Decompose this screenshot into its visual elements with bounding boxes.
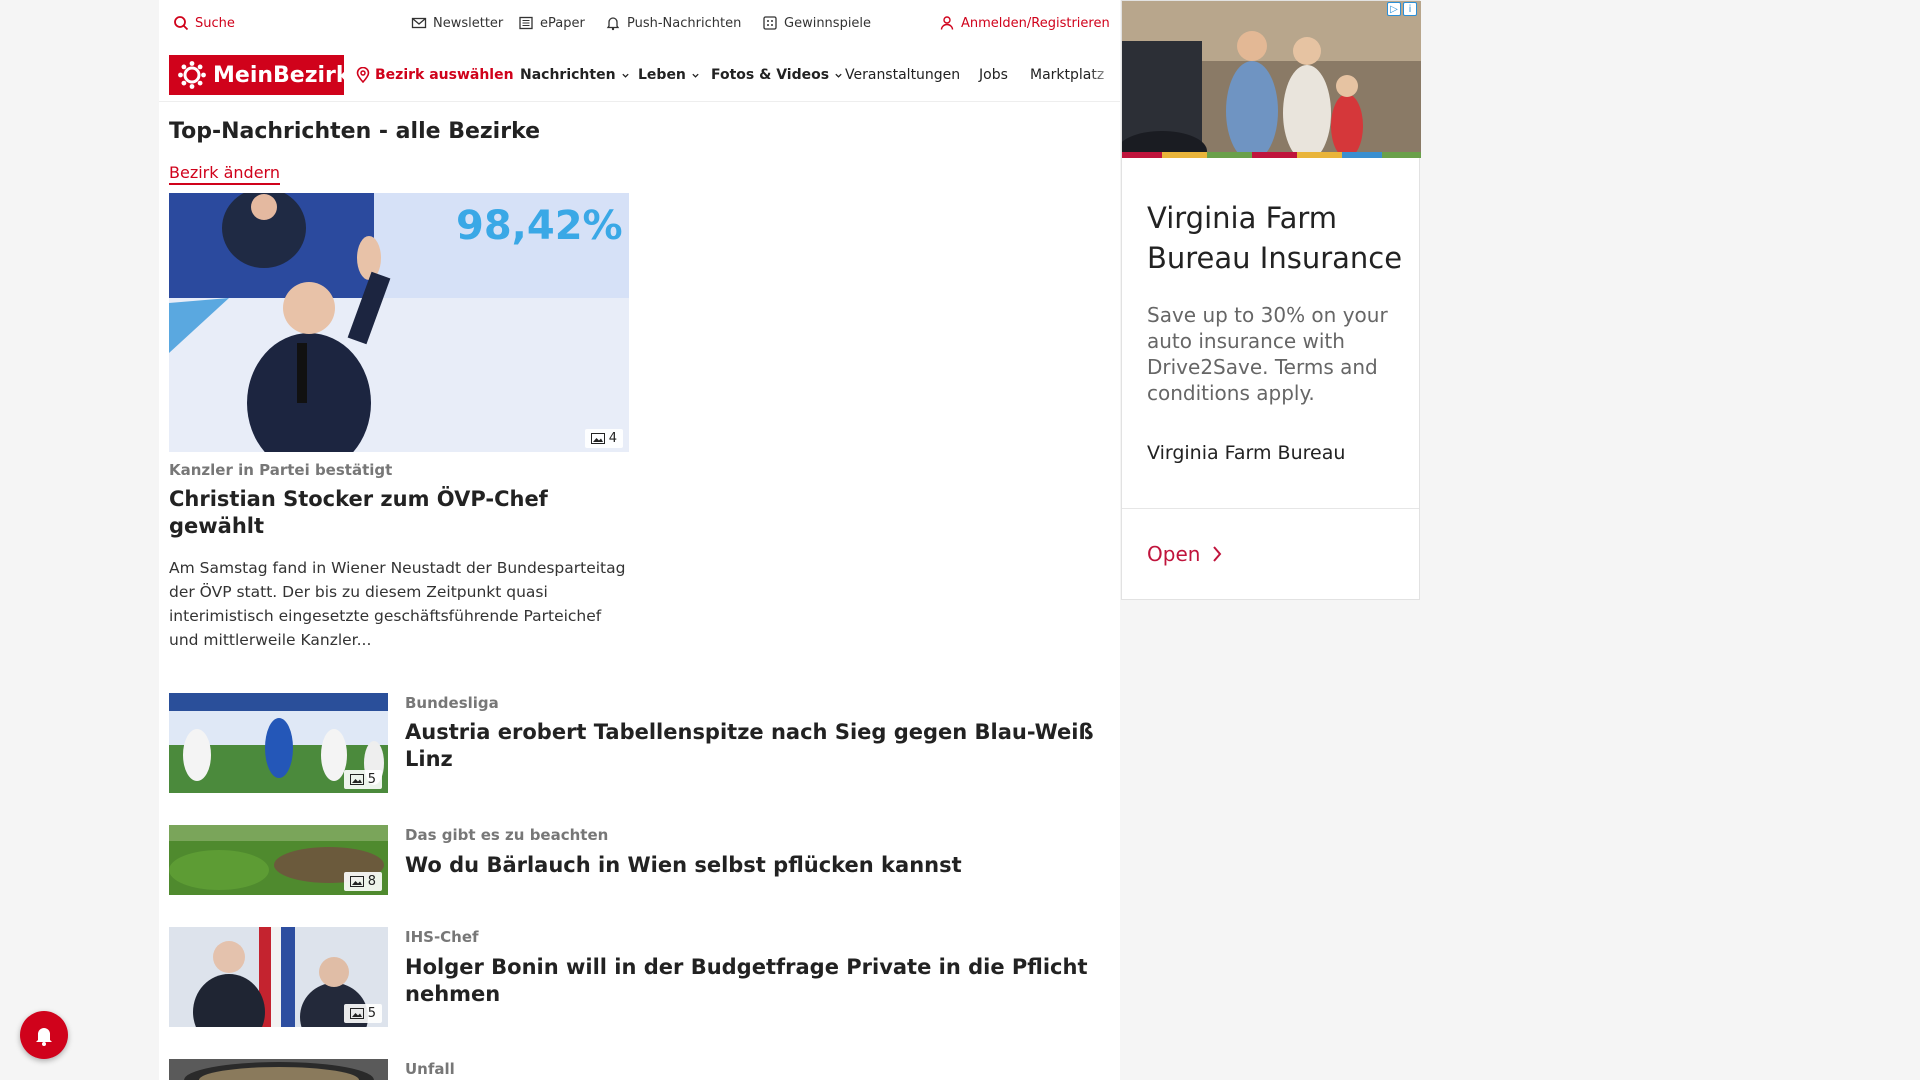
utility-bar: Suche Newsletter ePaper Push-Nachrichten… bbox=[159, 0, 1120, 46]
nav-item-fotos-videos[interactable]: Fotos & Videos bbox=[711, 65, 843, 85]
site-logo[interactable]: MeinBezirk bbox=[169, 55, 351, 95]
article-headline[interactable]: Holger Bonin will in der Budgetfrage Pri… bbox=[405, 954, 1105, 1009]
ad-divider bbox=[1122, 508, 1419, 509]
district-select-label: Bezirk auswählen bbox=[375, 67, 514, 83]
nav-item-leben[interactable]: Leben bbox=[638, 65, 700, 85]
push-notifications-link[interactable]: Push-Nachrichten bbox=[605, 14, 741, 32]
ad-family-photo bbox=[1122, 1, 1421, 158]
ad-choices-badge[interactable]: ▷ i bbox=[1387, 2, 1417, 16]
gallery-icon bbox=[349, 876, 364, 887]
main-nav: MeinBezirk Bezirk auswählen Nachrichten … bbox=[159, 46, 1120, 102]
image-count-badge: 8 bbox=[343, 872, 382, 891]
nav-item-label: Nachrichten bbox=[520, 67, 616, 83]
newsletter-label: Newsletter bbox=[433, 15, 504, 31]
chevron-right-icon bbox=[1213, 546, 1222, 562]
article-headline[interactable]: Wo du Bärlauch in Wien selbst pflücken k… bbox=[405, 852, 1105, 879]
info-icon: i bbox=[1403, 2, 1417, 16]
ad-body: Save up to 30% on your auto insurance wi… bbox=[1147, 303, 1388, 405]
accident-photo bbox=[169, 1059, 388, 1080]
nav-item-label: Fotos & Videos bbox=[711, 67, 830, 83]
gallery-icon bbox=[349, 1008, 364, 1019]
user-icon bbox=[940, 16, 954, 30]
gewinnspiele-label: Gewinnspiele bbox=[784, 15, 872, 31]
main-column: Suche Newsletter ePaper Push-Nachrichten… bbox=[159, 0, 1120, 1080]
ad-advertiser: Virginia Farm Bureau bbox=[1147, 442, 1346, 464]
search-link[interactable]: Suche bbox=[173, 14, 235, 32]
ad-image[interactable]: ▷ i bbox=[1122, 1, 1421, 158]
mail-icon bbox=[411, 17, 427, 29]
ad-open-button[interactable]: Open bbox=[1147, 542, 1222, 566]
logo-text: MeinBezirk bbox=[213, 62, 351, 88]
nav-item-label: Veranstaltungen bbox=[845, 67, 961, 83]
article-kicker: Bundesliga bbox=[405, 694, 499, 712]
bell-icon bbox=[36, 1028, 52, 1046]
login-label: Anmelden/Registrieren bbox=[961, 15, 1110, 31]
nav-item-label: Marktplatz bbox=[1030, 67, 1105, 83]
chevron-down-icon bbox=[835, 73, 842, 78]
nav-item-label: Jobs bbox=[979, 67, 1008, 83]
gallery-icon bbox=[590, 433, 605, 444]
image-count: 8 bbox=[367, 874, 376, 889]
article-kicker: Unfall bbox=[405, 1060, 455, 1078]
notification-bell-button[interactable] bbox=[20, 1011, 68, 1059]
article-thumbnail[interactable]: 5 bbox=[169, 693, 388, 793]
search-icon bbox=[174, 16, 189, 31]
ad-title[interactable]: Virginia Farm Bureau Insurance bbox=[1147, 198, 1407, 278]
adchoices-icon: ▷ bbox=[1387, 2, 1401, 16]
image-count-badge: 5 bbox=[343, 1004, 382, 1023]
epaper-link[interactable]: ePaper bbox=[518, 14, 585, 32]
article-kicker: IHS-Chef bbox=[405, 928, 479, 946]
hero-headline[interactable]: Christian Stocker zum ÖVP-Chef gewählt bbox=[169, 486, 599, 541]
gewinnspiele-link[interactable]: Gewinnspiele bbox=[762, 14, 871, 32]
nav-item-nachrichten[interactable]: Nachrichten bbox=[520, 65, 630, 85]
article-thumbnail[interactable] bbox=[169, 1059, 388, 1080]
chevron-down-icon bbox=[692, 73, 699, 78]
change-district-link[interactable]: Bezirk ändern bbox=[169, 163, 280, 185]
hero-overlay-text: 98,42% bbox=[456, 203, 623, 249]
bell-icon bbox=[606, 17, 620, 31]
nav-item-label: Leben bbox=[638, 67, 686, 83]
advertisement[interactable]: ▷ i Virginia Farm Bureau Insurance Save … bbox=[1121, 0, 1421, 600]
image-count-badge: 5 bbox=[343, 770, 382, 789]
image-count-badge: 4 bbox=[584, 429, 623, 448]
gift-icon bbox=[763, 16, 777, 30]
district-select-button[interactable]: Bezirk auswählen bbox=[356, 65, 514, 85]
newspaper-icon bbox=[519, 16, 533, 30]
epaper-label: ePaper bbox=[540, 15, 585, 31]
hero-image[interactable]: 98,42% 4 bbox=[169, 193, 629, 452]
logo-sun-icon bbox=[178, 61, 206, 89]
hero-teaser: Am Samstag fand in Wiener Neustadt der B… bbox=[169, 559, 626, 649]
nav-item-marktplatz[interactable]: Marktplatz bbox=[1030, 65, 1104, 85]
article-headline[interactable]: Austria erobert Tabellenspitze nach Sieg… bbox=[405, 719, 1105, 774]
section-title: Top-Nachrichten - alle Bezirke bbox=[169, 119, 541, 144]
nav-item-jobs[interactable]: Jobs bbox=[979, 65, 1008, 85]
hero-kicker: Kanzler in Partei bestätigt bbox=[169, 461, 393, 479]
search-label: Suche bbox=[195, 15, 235, 31]
image-count: 5 bbox=[367, 1006, 376, 1021]
article-thumbnail[interactable]: 5 bbox=[169, 927, 388, 1027]
ad-cta-label: Open bbox=[1147, 542, 1201, 566]
chevron-down-icon bbox=[621, 73, 629, 78]
article-kicker: Das gibt es zu beachten bbox=[405, 826, 609, 844]
image-count: 5 bbox=[367, 772, 376, 787]
article-thumbnail[interactable]: 8 bbox=[169, 825, 388, 895]
login-link[interactable]: Anmelden/Registrieren bbox=[939, 14, 1110, 32]
newsletter-link[interactable]: Newsletter bbox=[411, 14, 503, 32]
gallery-icon bbox=[349, 774, 364, 785]
push-label: Push-Nachrichten bbox=[627, 15, 742, 31]
image-count: 4 bbox=[608, 431, 617, 446]
location-pin-icon bbox=[356, 67, 370, 83]
nav-item-veranstaltungen[interactable]: Veranstaltungen bbox=[845, 65, 960, 85]
